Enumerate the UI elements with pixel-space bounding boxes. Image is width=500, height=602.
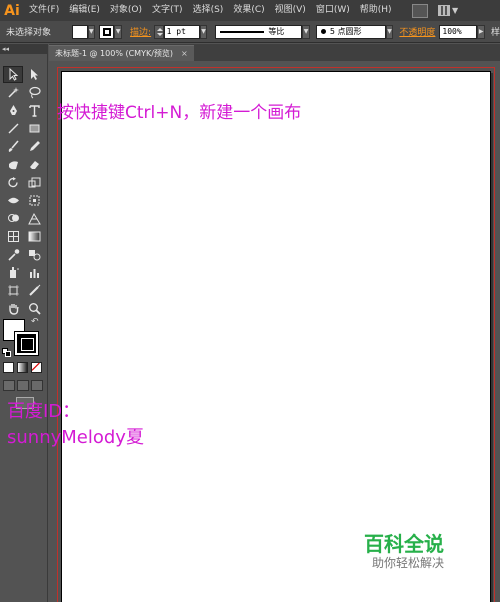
profile-label: 等比 — [268, 27, 285, 36]
stroke-dropdown[interactable]: ▼ — [114, 24, 123, 39]
menu-window[interactable]: 窗口(W) — [311, 0, 355, 21]
arrange-documents-icon — [438, 5, 450, 16]
mesh-tool-icon[interactable] — [3, 228, 23, 245]
fill-swatch[interactable] — [72, 24, 88, 39]
variable-width-profile[interactable]: 等比 — [215, 24, 303, 39]
round-brush-icon — [320, 29, 326, 34]
blob-brush-tool-icon[interactable] — [3, 156, 23, 173]
column-graph-tool-icon[interactable] — [24, 264, 44, 281]
none-icon[interactable] — [31, 362, 42, 373]
menu-bar: Ai 文件(F) 编辑(E) 对象(O) 文字(T) 选择(S) 效果(C) 视… — [0, 0, 500, 21]
close-icon[interactable]: × — [181, 49, 188, 58]
scale-tool-icon[interactable] — [24, 174, 44, 191]
color-icon[interactable] — [3, 362, 14, 373]
drawing-mode-row — [3, 380, 43, 391]
eyedropper-tool-icon[interactable] — [3, 246, 23, 263]
menu-file[interactable]: 文件(F) — [24, 0, 64, 21]
chevron-down-icon: ▼ — [452, 6, 459, 15]
slice-tool-icon[interactable] — [24, 282, 44, 299]
shape-builder-tool-icon[interactable] — [3, 210, 23, 227]
author-watermark-label: 百度ID： — [7, 401, 81, 422]
width-tool-icon[interactable] — [3, 192, 23, 209]
pen-tool-icon[interactable] — [3, 102, 23, 119]
menu-view[interactable]: 视图(V) — [270, 0, 311, 21]
menu-object[interactable]: 对象(O) — [105, 0, 147, 21]
pencil-tool-icon[interactable] — [24, 138, 44, 155]
direct-selection-tool-icon[interactable] — [24, 66, 44, 83]
brush-dropdown[interactable]: ▼ — [385, 24, 394, 39]
menu-effect[interactable]: 效果(C) — [228, 0, 269, 21]
stroke-square-icon — [102, 27, 111, 36]
opacity-label[interactable]: 不透明度 — [399, 25, 435, 38]
stroke-weight-input[interactable]: 1 pt — [163, 24, 200, 39]
selection-tool-icon[interactable] — [3, 66, 23, 83]
brand-logo: 百科全说 — [364, 532, 444, 556]
zoom-tool-icon[interactable] — [24, 300, 44, 317]
bridge-icon[interactable] — [412, 3, 428, 18]
menu-right-controls: ▼ — [412, 0, 500, 21]
style-label: 样 — [490, 28, 500, 38]
artboard[interactable] — [61, 71, 491, 602]
stroke-color-box[interactable] — [14, 331, 39, 356]
control-bar: 未选择对象 ▼ ▼ 描边: 1 pt ▼ 等比 ▼ 5 点圆形 ▼ 不透明度 1… — [0, 21, 500, 43]
app-logo: Ai — [4, 2, 20, 19]
free-transform-tool-icon[interactable] — [24, 192, 44, 209]
rotate-tool-icon[interactable] — [3, 174, 23, 191]
blend-tool-icon[interactable] — [24, 246, 44, 263]
menu-select[interactable]: 选择(S) — [188, 0, 229, 21]
tab-document[interactable]: 未标题-1 @ 100% (CMYK/预览) × — [49, 45, 194, 61]
default-fill-stroke-icon[interactable] — [2, 348, 11, 357]
fill-dropdown[interactable]: ▼ — [87, 24, 96, 39]
lasso-tool-icon[interactable] — [24, 84, 44, 101]
brush-definition[interactable]: 5 点圆形 — [315, 24, 386, 39]
menu-help[interactable]: 帮助(H) — [355, 0, 397, 21]
eraser-tool-icon[interactable] — [24, 156, 44, 173]
opacity-input[interactable]: 100% — [439, 24, 478, 39]
menu-type[interactable]: 文字(T) — [147, 0, 188, 21]
draw-behind-icon[interactable] — [17, 380, 29, 391]
swap-fill-stroke-icon[interactable]: ↶ — [31, 317, 39, 327]
menu-edit[interactable]: 编辑(E) — [64, 0, 105, 21]
magic-wand-tool-icon[interactable] — [3, 84, 23, 101]
profile-line-icon — [220, 30, 265, 33]
document-tab-bar: 未标题-1 @ 100% (CMYK/预览) × — [49, 44, 500, 61]
stroke-swatch[interactable] — [99, 24, 115, 39]
gradient-tool-icon[interactable] — [24, 228, 44, 245]
perspective-grid-tool-icon[interactable] — [24, 210, 44, 227]
stroke-weight-dropdown[interactable]: ▼ — [199, 24, 208, 39]
canvas-area[interactable] — [49, 61, 500, 602]
color-mode-row — [3, 362, 42, 373]
hand-tool-icon[interactable] — [3, 300, 23, 317]
symbol-sprayer-tool-icon[interactable] — [3, 264, 23, 281]
opacity-dropdown[interactable]: ▶ — [477, 24, 485, 39]
panel-collapse-toggle[interactable]: ◂◂ — [0, 44, 47, 54]
tools-panel: ◂◂ ↶ — [0, 44, 48, 602]
instruction-caption: 按快捷键Ctrl+N，新建一个画布 — [57, 103, 302, 123]
draw-normal-icon[interactable] — [3, 380, 15, 391]
artboard-tool-icon[interactable] — [3, 282, 23, 299]
illustrator-window: Ai 文件(F) 编辑(E) 对象(O) 文字(T) 选择(S) 效果(C) 视… — [0, 0, 500, 602]
tab-title: 未标题-1 @ 100% (CMYK/预览) — [55, 49, 174, 58]
rectangle-tool-icon[interactable] — [24, 120, 44, 137]
stroke-weight-stepper[interactable] — [154, 24, 164, 39]
stroke-weight-label[interactable]: 描边: — [130, 25, 151, 38]
profile-dropdown[interactable]: ▼ — [302, 24, 310, 39]
brush-label: 5 点圆形 — [329, 27, 362, 36]
gradient-icon[interactable] — [17, 362, 28, 373]
selection-status: 未选择对象 — [6, 28, 52, 38]
workspace-switcher[interactable]: ▼ — [438, 4, 460, 18]
line-segment-tool-icon[interactable] — [3, 120, 23, 137]
author-watermark-name: sunnyMelody夏 — [7, 427, 144, 448]
draw-inside-icon[interactable] — [31, 380, 43, 391]
brand-slogan: 助你轻松解决 — [372, 556, 445, 570]
type-tool-icon[interactable] — [24, 102, 44, 119]
paintbrush-tool-icon[interactable] — [3, 138, 23, 155]
